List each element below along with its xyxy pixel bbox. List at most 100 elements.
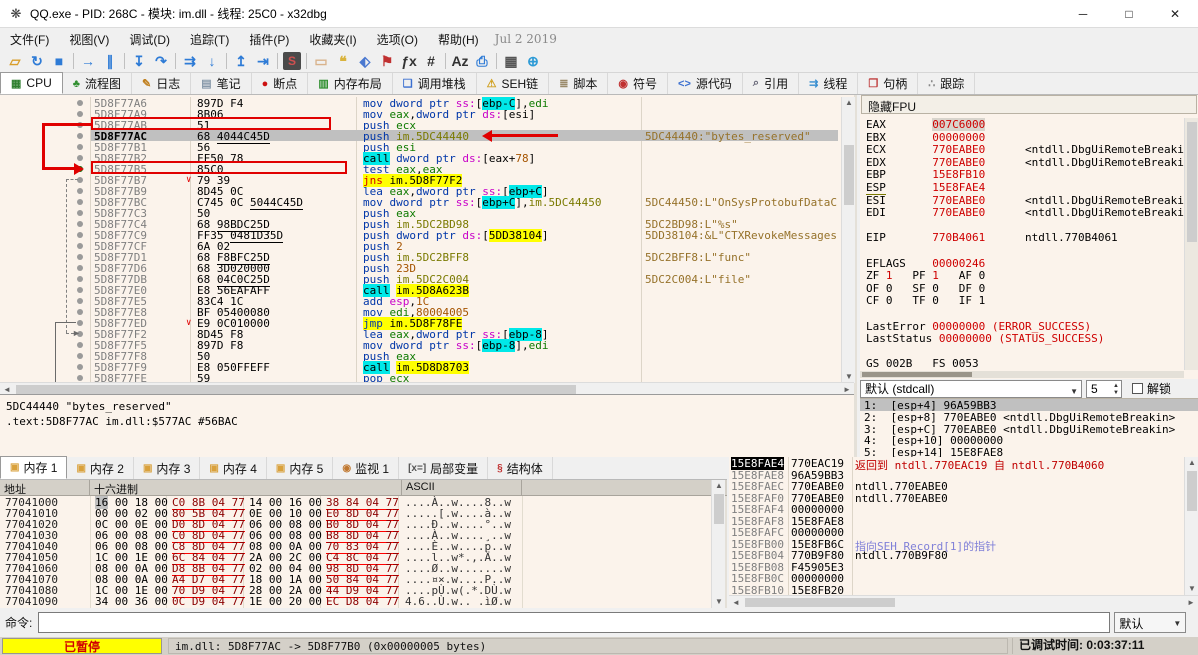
disasm-row[interactable]: 5D8F77A6 897D F4 mov dword ptr ss:[ebp-C],… bbox=[0, 97, 840, 110]
stack-row[interactable]: 15E8FB10 15E8FB20 bbox=[729, 584, 1184, 596]
scroll-thumb[interactable] bbox=[862, 372, 972, 377]
spin-down-icon[interactable]: ▼ bbox=[1113, 390, 1119, 397]
dump-row[interactable]: 77041090 34 00 36 00 0C D9 04 77 1E 00 20 0… bbox=[0, 595, 710, 608]
tab-dump-3[interactable]: ▣ 内存 3 bbox=[134, 457, 201, 479]
tab-script[interactable]: ≣ 脚本 bbox=[549, 73, 609, 94]
scroll-down-arrow[interactable]: ▼ bbox=[712, 596, 726, 608]
stack-row[interactable]: 15E8FAE4 770EAC19 返回到 ntdll.770EAC19 自 ntd… bbox=[729, 457, 1184, 472]
register-value[interactable]: 770EABE0 bbox=[932, 206, 985, 219]
instruction-dot[interactable] bbox=[77, 264, 83, 271]
instruction-dot[interactable] bbox=[77, 198, 83, 205]
dump-row[interactable]: 77041060 08 00 0A 00 D8 8B 04 77 02 00 04 0… bbox=[0, 562, 710, 576]
dump-row[interactable]: 77041010 00 00 02 00 80 5B 04 77 0E 00 10 0… bbox=[0, 507, 710, 521]
disasm-row[interactable]: 5D8F77F5 897D F8 mov dword ptr ss:[ebp-8],… bbox=[0, 339, 840, 352]
disasm-row[interactable]: 5D8F77D1 68 F8BFC25D push im.5DC2BFF8 5DC2B… bbox=[0, 251, 840, 265]
tab-dump-1[interactable]: ▣ 内存 1 bbox=[0, 456, 68, 479]
maximize-button[interactable]: □ bbox=[1106, 0, 1152, 28]
stack-row[interactable]: 15E8FB04 770B9F80 ntdll.770B9F80 bbox=[729, 549, 1184, 562]
tab-watch-1[interactable]: ◉ 监视 1 bbox=[333, 457, 400, 479]
register-value[interactable]: 00000000 (ERROR_SUCCESS) bbox=[932, 320, 1091, 333]
tab-breakpoints[interactable]: ● 断点 bbox=[252, 73, 309, 94]
close-button[interactable]: ✕ bbox=[1152, 0, 1198, 28]
step-into-icon[interactable]: ↧ bbox=[128, 51, 150, 71]
log-window-toggle-icon[interactable]: S bbox=[283, 52, 301, 70]
tab-dump-2[interactable]: ▣ 内存 2 bbox=[67, 457, 134, 479]
tab-threads[interactable]: ⇉ 线程 bbox=[799, 73, 859, 94]
pause-icon[interactable]: ∥ bbox=[99, 51, 121, 71]
disasm-row[interactable]: 5D8F77E8 BF 05400080 mov edi,80004005 bbox=[0, 306, 840, 319]
disasm-row[interactable]: 5D8F77C9 FF35 0481D35D push dword ptr ds:[… bbox=[0, 229, 840, 243]
strings-icon[interactable]: Aᴢ bbox=[449, 51, 471, 71]
dump-row[interactable]: 77041070 08 00 0A 00 A4 D7 04 77 18 00 1A 0… bbox=[0, 573, 710, 587]
instruction-dot[interactable] bbox=[77, 242, 83, 249]
command-input[interactable] bbox=[38, 612, 1111, 633]
disasm-row[interactable]: 5D8F77F2 8D45 F8 lea eax,dword ptr ss:[ebp… bbox=[0, 328, 840, 341]
hash-icon[interactable]: # bbox=[420, 51, 442, 71]
stack-row[interactable]: 15E8FB0C 00000000 bbox=[729, 572, 1184, 585]
dump-vscrollbar[interactable]: ▲ ▼ bbox=[711, 480, 725, 608]
instruction-dot[interactable] bbox=[77, 319, 83, 326]
tab-notes[interactable]: ▤ 笔记 bbox=[191, 73, 252, 94]
instruction-dot[interactable] bbox=[77, 132, 83, 139]
register-value[interactable]: 770EABE0 bbox=[932, 194, 985, 207]
column-header-hex[interactable]: 十六进制 bbox=[90, 480, 402, 496]
step-over-icon[interactable]: ↷ bbox=[150, 51, 172, 71]
scroll-thumb[interactable] bbox=[714, 494, 724, 524]
menu-item-5[interactable]: 收藏夹(I) bbox=[299, 29, 366, 50]
register-value[interactable]: 1 bbox=[932, 269, 939, 282]
instruction-dot[interactable] bbox=[77, 275, 83, 282]
argument-row[interactable]: 4: [esp+10] 00000000 bbox=[860, 434, 1198, 447]
stack-panel[interactable]: 15E8FAE4 770EAC19 返回到 ntdll.770EAC19 自 ntd… bbox=[729, 457, 1198, 608]
tab-memory-map[interactable]: ▥ 内存布局 bbox=[308, 73, 393, 94]
execute-till-return-icon[interactable]: ↥ bbox=[230, 51, 252, 71]
stop-icon[interactable]: ■ bbox=[48, 51, 70, 71]
instruction-dot[interactable] bbox=[77, 187, 83, 194]
function-icon[interactable]: ƒx bbox=[398, 51, 420, 71]
modules-icon[interactable]: ⎙ bbox=[471, 51, 493, 71]
register-value[interactable]: 00000000 bbox=[932, 131, 985, 144]
instruction-dot[interactable] bbox=[77, 110, 83, 117]
spin-up-icon[interactable]: ▲ bbox=[1113, 383, 1119, 390]
skip-icon[interactable]: ↓ bbox=[201, 51, 223, 71]
instruction-dot[interactable] bbox=[77, 297, 83, 304]
scroll-thumb[interactable] bbox=[1187, 122, 1197, 242]
dump-row[interactable]: 77041000 16 00 18 00 C0 8B 04 77 14 00 16 0… bbox=[0, 496, 710, 510]
stack-row[interactable]: 15E8FAEC 770EABE0 ntdll.770EABE0 bbox=[729, 480, 1184, 493]
column-header-ascii[interactable]: ASCII bbox=[402, 480, 522, 496]
register-value[interactable]: 15E8FAE4 bbox=[932, 181, 985, 194]
menu-item-4[interactable]: 插件(P) bbox=[239, 29, 299, 50]
instruction-dot[interactable] bbox=[77, 352, 83, 359]
instruction-dot[interactable] bbox=[77, 286, 83, 293]
calling-convention-select[interactable]: 默认 (stdcall) ▼ bbox=[860, 379, 1082, 398]
stack-row[interactable]: 15E8FB08 F45905E3 bbox=[729, 561, 1184, 574]
memory-dump-panel[interactable]: ▣ 内存 1 ▣ 内存 2 ▣ 内存 3 ▣ 内存 4 ▣ 内存 5 ◉ 监视 1 [x=] 局部变量 § 结… bbox=[0, 456, 727, 608]
command-profile-select[interactable]: 默认 ▼ bbox=[1114, 612, 1187, 633]
disasm-row[interactable]: 5D8F77ED ∨ E9 0C010000 jmp im.5D8F78FE bbox=[0, 317, 840, 330]
tab-symbols[interactable]: ◉ 符号 bbox=[608, 73, 669, 94]
comment-icon[interactable]: ❝ bbox=[332, 51, 354, 71]
unlock-checkbox[interactable] bbox=[1132, 383, 1143, 394]
tab-trace[interactable]: ∴ 跟踪 bbox=[918, 73, 976, 94]
label-icon[interactable]: ⬖ bbox=[354, 51, 376, 71]
argument-row[interactable]: 2: [esp+8] 770EABE0 <ntdll.DbgUiRemoteBr… bbox=[860, 411, 1198, 424]
registers-hscrollbar[interactable] bbox=[860, 371, 1184, 378]
tab-dump-4[interactable]: ▣ 内存 4 bbox=[200, 457, 267, 479]
dump-row[interactable]: 77041040 06 00 08 00 C8 8D 04 77 08 00 0A 0… bbox=[0, 540, 710, 554]
argument-count-stepper[interactable]: 5 ▲ ▼ bbox=[1086, 379, 1122, 398]
register-value[interactable]: 00000000 (STATUS_SUCCESS) bbox=[939, 332, 1105, 345]
hide-fpu-button[interactable]: 隐藏FPU bbox=[861, 95, 1197, 114]
run-to-user-code-icon[interactable]: ⇥ bbox=[252, 51, 274, 71]
instruction-dot[interactable] bbox=[77, 341, 83, 348]
dump-row[interactable]: 77041030 06 00 08 00 C0 8D 04 77 06 00 08 0… bbox=[0, 529, 710, 543]
stack-vscrollbar[interactable]: ▲ ▼ bbox=[1184, 457, 1198, 595]
stack-row[interactable]: 15E8FAF4 00000000 bbox=[729, 503, 1184, 516]
tab-log[interactable]: ✎ 日志 bbox=[132, 73, 192, 94]
instruction-dot[interactable] bbox=[77, 143, 83, 150]
menu-item-2[interactable]: 调试(D) bbox=[119, 29, 180, 50]
minimize-button[interactable]: ─ bbox=[1060, 0, 1106, 28]
instruction-dot[interactable] bbox=[77, 363, 83, 370]
stack-row[interactable]: 15E8FAFC 00000000 bbox=[729, 526, 1184, 539]
instruction-dot[interactable] bbox=[77, 231, 83, 238]
disasm-row[interactable]: 5D8F77CF 6A 02 push 2 bbox=[0, 240, 840, 253]
menu-item-0[interactable]: 文件(F) bbox=[0, 29, 59, 50]
